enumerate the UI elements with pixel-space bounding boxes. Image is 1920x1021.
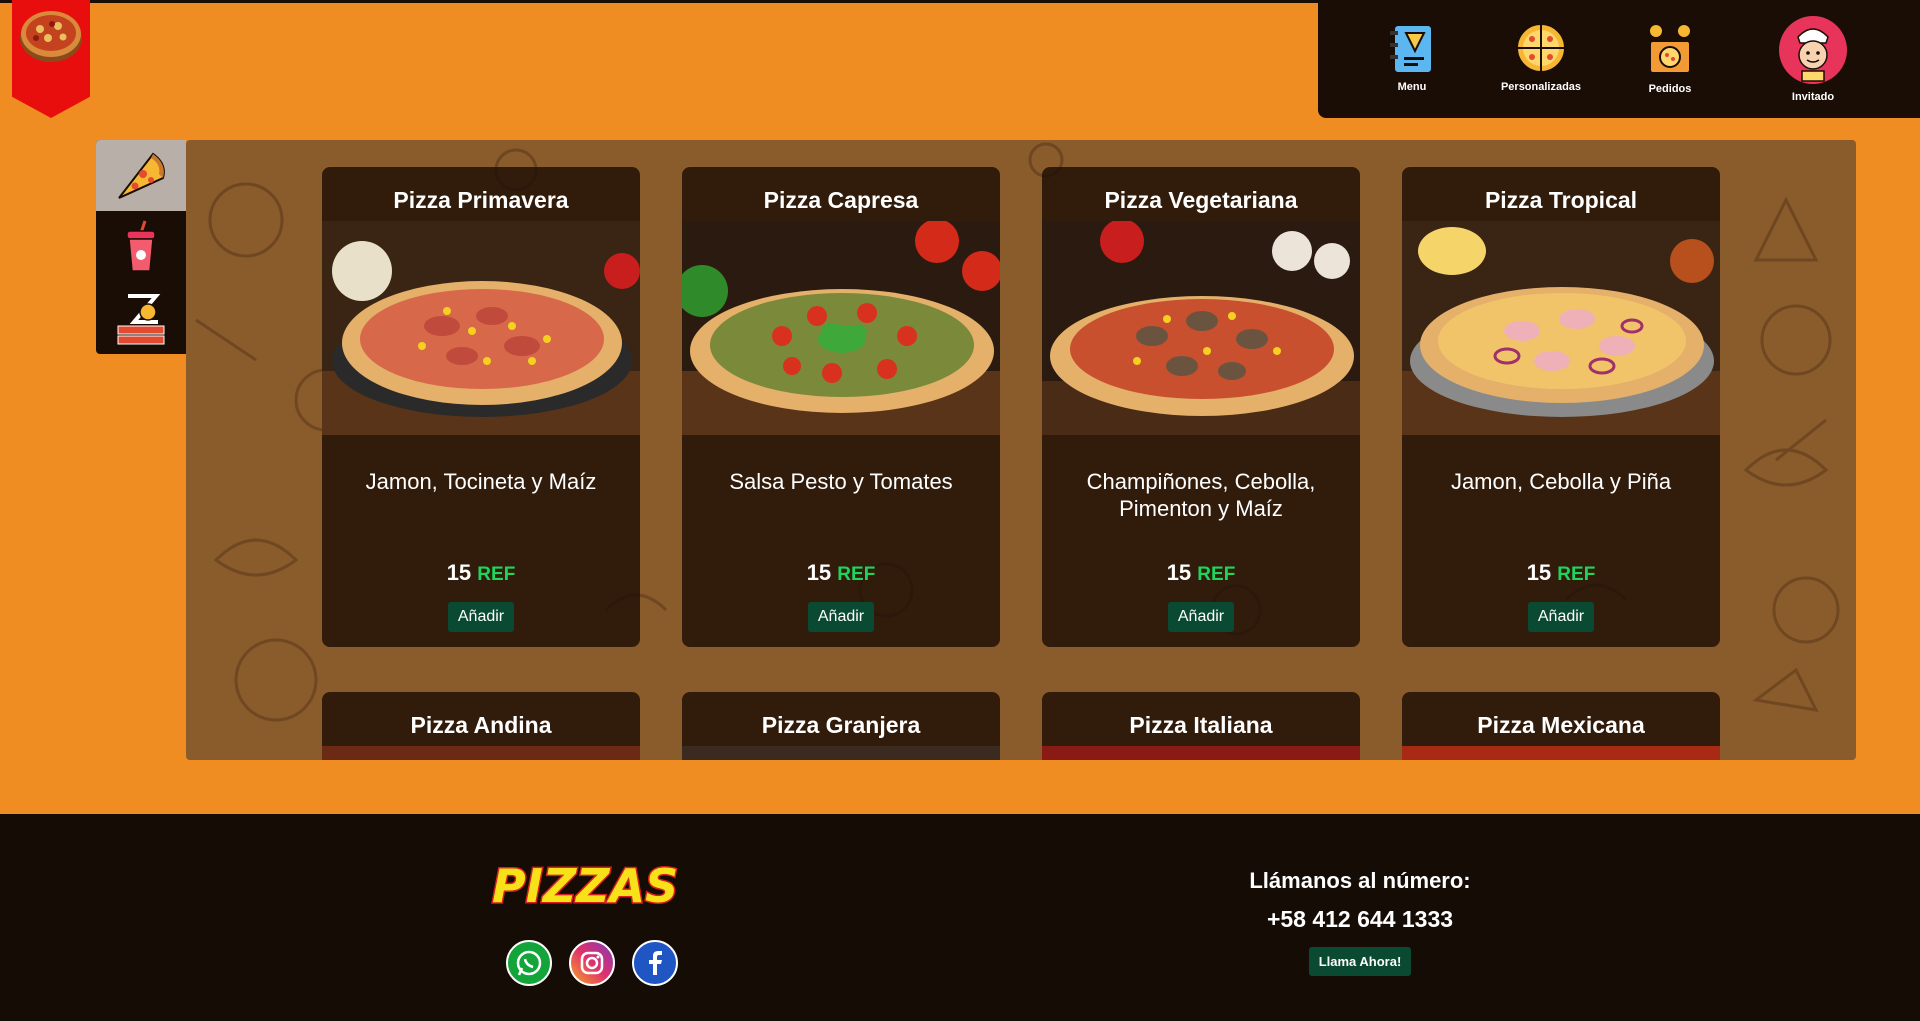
price-currency: REF [837, 564, 876, 585]
product-description: Jamon, Tocineta y Maíz [365, 469, 597, 494]
product-title: Pizza Capresa [763, 187, 919, 213]
pizza-logo-icon [20, 11, 82, 62]
product-title: Pizza Italiana [1129, 712, 1273, 738]
nav-personalizadas[interactable]: Personalizadas [1486, 21, 1596, 93]
add-to-cart-button[interactable]: Añadir [807, 602, 875, 632]
pizza-photo [322, 221, 640, 435]
category-combos[interactable] [96, 282, 186, 353]
instagram-icon [580, 951, 604, 975]
menu-panel[interactable]: Pizza Primavera Jamon, Tocineta y Maíz 1… [186, 140, 1856, 760]
call-now-button[interactable]: Llama Ahora! [1308, 947, 1412, 976]
menu-book-icon [1390, 24, 1433, 74]
phone-number: +58 412 644 1333 [1266, 906, 1454, 932]
category-sidebar [96, 140, 186, 354]
call-label: Llámanos al número: [1249, 868, 1471, 893]
product-price: 15 REF [1402, 560, 1720, 596]
price-value: 15 [806, 560, 832, 585]
nav-pedidos[interactable]: Pedidos [1615, 21, 1725, 95]
product-card: Pizza Granjera [682, 692, 1000, 760]
product-card: Pizza Italiana [1042, 692, 1360, 760]
footer [0, 814, 1920, 1021]
whatsapp-link[interactable] [506, 940, 552, 986]
instagram-link[interactable] [569, 940, 615, 986]
price-currency: REF [1197, 564, 1236, 585]
pizza-slices-icon [1516, 23, 1566, 73]
product-description: Champiñones, Cebolla, Pimenton y Maíz [1086, 469, 1316, 521]
facebook-link[interactable] [632, 940, 678, 986]
nav-personalizadas-label: Personalizadas [1500, 81, 1582, 93]
nav-pedidos-label: Pedidos [1648, 83, 1692, 95]
product-price: 15 REF [682, 560, 1000, 596]
add-to-cart-button[interactable]: Añadir [447, 602, 515, 632]
product-description: Salsa Pesto y Tomates [729, 469, 953, 494]
top-navbar: Menu Personalizadas Pedidos Invitado [1318, 3, 1920, 118]
combo-box-icon [117, 293, 165, 344]
product-title: Pizza Mexicana [1477, 712, 1645, 738]
product-title: Pizza Tropical [1484, 187, 1638, 213]
category-bebidas[interactable] [96, 211, 186, 282]
product-price: 15 REF [322, 560, 640, 596]
pizza-photo [1402, 746, 1720, 760]
nav-user-label: Invitado [1791, 91, 1835, 103]
brand-logo: PIZZAS [491, 860, 680, 910]
product-card: Pizza Primavera Jamon, Tocineta y Maíz 1… [322, 167, 640, 647]
nav-menu-label: Menu [1397, 81, 1427, 93]
product-title: Pizza Vegetariana [1104, 187, 1298, 213]
product-title: Pizza Granjera [761, 712, 921, 738]
facebook-icon [649, 951, 662, 975]
product-description: Jamon, Cebolla y Piña [1450, 469, 1672, 494]
price-currency: REF [477, 564, 516, 585]
price-value: 15 [446, 560, 472, 585]
whatsapp-icon [516, 950, 542, 976]
product-price: 15 REF [1042, 560, 1360, 596]
price-value: 15 [1166, 560, 1192, 585]
product-card: Pizza Andina [322, 692, 640, 760]
add-to-cart-button[interactable]: Añadir [1527, 602, 1595, 632]
soda-cup-icon [126, 220, 156, 272]
chef-avatar-icon [1779, 16, 1847, 84]
category-pizzas[interactable] [96, 140, 186, 211]
product-card: Pizza Tropical Jamon, Cebolla y Piña 15 … [1402, 167, 1720, 647]
add-to-cart-button[interactable]: Añadir [1167, 602, 1235, 632]
pizza-photo [1042, 219, 1360, 435]
pizza-photo [1402, 221, 1720, 435]
nav-user[interactable]: Invitado [1758, 15, 1868, 103]
price-currency: REF [1557, 564, 1596, 585]
delivery-box-icon [1648, 23, 1692, 74]
brand-text: PIZZAS [492, 860, 678, 910]
pizza-photo [322, 746, 640, 760]
pizza-photo [1042, 746, 1360, 760]
pizza-photo [682, 746, 1000, 760]
product-title: Pizza Andina [410, 712, 552, 738]
product-card: Pizza Vegetariana Champiñones, Cebolla, … [1042, 167, 1360, 647]
product-card: Pizza Mexicana [1402, 692, 1720, 760]
product-card: Pizza Capresa Salsa Pesto y Tomates 15 R… [682, 167, 1000, 647]
price-value: 15 [1526, 560, 1552, 585]
product-title: Pizza Primavera [393, 187, 569, 213]
call-section: Llámanos al número: +58 412 644 1333 Lla… [1180, 868, 1540, 976]
pizza-slice-icon [118, 152, 165, 199]
pizza-photo [682, 219, 1000, 435]
nav-menu[interactable]: Menu [1357, 21, 1467, 93]
logo[interactable] [12, 0, 90, 118]
